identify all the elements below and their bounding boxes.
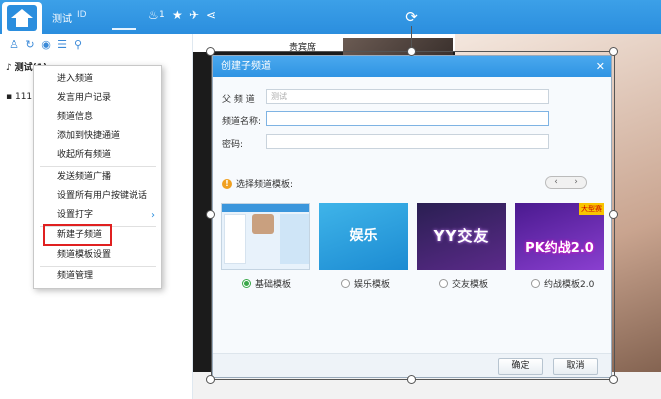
menu-enter-channel[interactable]: 进入频道 (34, 71, 161, 88)
channel-name-label: 频道名称: (222, 117, 262, 127)
menu-separator (40, 166, 156, 167)
panel-toolbar: ♙ ↻ ◉ ☰ ⚲ (8, 38, 84, 54)
template-entertainment-option[interactable]: 娱乐模板 (341, 277, 390, 290)
parent-channel-label: 父 频 道 (222, 95, 255, 105)
cancel-button[interactable]: 取消 (553, 358, 598, 375)
menu-push-to-talk[interactable]: 设置所有用户按键说话 (34, 188, 161, 205)
menu-broadcast[interactable]: 发送频道广播 (34, 169, 161, 186)
thumb-face (252, 214, 274, 234)
menu-template-settings[interactable]: 频道模板设置 (34, 247, 161, 264)
menu-separator (40, 266, 156, 267)
resize-handle[interactable] (609, 375, 618, 384)
radio-icon (341, 279, 350, 288)
top-bar: 测试 ID ♨ 1 ★ ✈ ⋖ (0, 0, 661, 34)
menu-typing-settings[interactable]: 设置打字 › (34, 207, 161, 224)
template-dating-thumb[interactable]: YY交友 (417, 203, 506, 270)
thumb-header (222, 204, 309, 212)
star-icon[interactable]: ★ (172, 8, 183, 22)
radio-icon (531, 279, 540, 288)
next-arrow-icon[interactable]: › (574, 177, 578, 188)
context-menu: 进入频道 发言用户记录 频道信息 添加到快捷通道 收起所有频道 发送频道广播 设… (33, 65, 162, 289)
list-icon[interactable]: ☰ (56, 38, 68, 54)
search-icon[interactable]: ⚲ (72, 38, 84, 54)
channel-id-label: ID (77, 10, 87, 20)
template-heading-text: 选择频道模板: (236, 180, 294, 190)
resize-handle[interactable] (206, 375, 215, 384)
template-pk-thumb[interactable]: 大型赛 PK约战2.0 (515, 203, 604, 270)
fire-icon: ♨ (148, 8, 159, 22)
dialog-footer: 确定 取消 (213, 353, 611, 377)
refresh-icon[interactable]: ↻ (24, 38, 36, 54)
template-basic-label: 基础模板 (255, 280, 292, 290)
template-pk-badge: 大型赛 (579, 203, 604, 215)
location-icon[interactable]: ◉ (40, 38, 52, 54)
close-icon[interactable]: ✕ (596, 56, 605, 77)
dialog-title: 创建子频道 (221, 61, 271, 72)
password-input[interactable] (266, 134, 549, 149)
template-pk-option[interactable]: 约战模板2.0 (531, 277, 594, 290)
active-tab-indicator (112, 10, 136, 30)
fans-count: 1 (159, 10, 165, 20)
create-subchannel-dialog: 创建子频道 ✕ 父 频 道 测试 频道名称: 密码: ! 选择频道模板: ‹ ›… (212, 55, 612, 378)
template-pk-label: 约战模板2.0 (544, 280, 595, 290)
template-basic-option[interactable]: 基础模板 (242, 277, 291, 290)
sub-row[interactable]: ▪ 111 (6, 92, 32, 102)
submenu-arrow-icon: › (151, 210, 155, 221)
resize-handle[interactable] (206, 47, 215, 56)
channel-name-input[interactable] (266, 111, 549, 126)
resize-handle[interactable] (609, 47, 618, 56)
resize-handle[interactable] (206, 210, 215, 219)
resize-handle[interactable] (407, 375, 416, 384)
plane-icon[interactable]: ✈ (189, 8, 199, 22)
user-icon[interactable]: ♙ (8, 38, 20, 54)
menu-channel-info[interactable]: 频道信息 (34, 109, 161, 126)
home-icon[interactable] (2, 2, 42, 34)
template-pk-text: PK约战2.0 (525, 241, 594, 256)
parent-channel-field: 测试 (266, 89, 549, 104)
channel-title: 测试 (52, 14, 72, 25)
template-entertainment-thumb[interactable]: 娱乐 (319, 203, 408, 270)
resize-handle[interactable] (407, 47, 416, 56)
prev-arrow-icon[interactable]: ‹ (554, 177, 558, 188)
template-basic-thumb[interactable] (221, 203, 310, 270)
ok-button[interactable]: 确定 (498, 358, 543, 375)
info-icon: ! (222, 178, 232, 189)
menu-channel-manage[interactable]: 频道管理 (34, 268, 161, 285)
music-note-icon: ♪ (6, 63, 15, 73)
template-dating-option[interactable]: 交友模板 (439, 277, 488, 290)
highlight-annotation (43, 224, 112, 246)
template-pager: ‹ › (545, 176, 587, 189)
template-entertainment-label: 娱乐模板 (354, 280, 391, 290)
rotate-handle-icon[interactable]: ⟳ (403, 9, 420, 26)
password-label: 密码: (222, 140, 244, 150)
menu-speech-log[interactable]: 发言用户记录 (34, 90, 161, 107)
template-entertainment-text: 娱乐 (349, 228, 378, 244)
radio-checked-icon (242, 279, 251, 288)
sub-row-label: 111 (14, 92, 33, 102)
thumb-side (280, 214, 309, 264)
share-icon[interactable]: ⋖ (206, 8, 216, 22)
thumb-list (224, 214, 246, 264)
lock-icon: ▪ (6, 92, 15, 102)
menu-add-shortcut[interactable]: 添加到快捷通道 (34, 128, 161, 145)
resize-handle[interactable] (609, 210, 618, 219)
menu-typing-label: 设置打字 (57, 210, 94, 220)
dialog-header: 创建子频道 ✕ (213, 56, 611, 77)
template-dating-label: 交友模板 (452, 280, 489, 290)
radio-icon (439, 279, 448, 288)
template-dating-text: YY交友 (433, 227, 490, 245)
menu-collapse-all[interactable]: 收起所有频道 (34, 147, 161, 164)
template-heading: ! 选择频道模板: (222, 177, 293, 190)
